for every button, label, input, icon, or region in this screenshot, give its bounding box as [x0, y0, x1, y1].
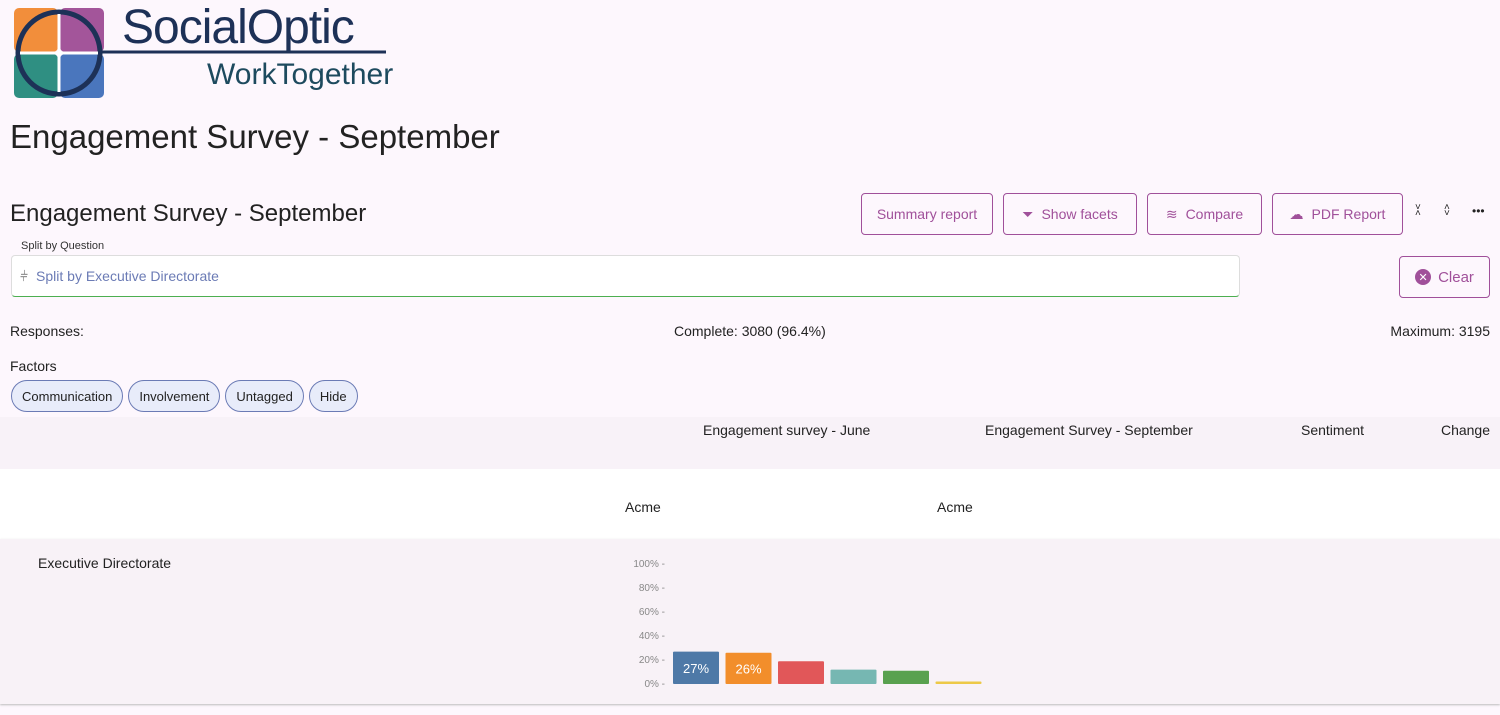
responses-complete: Complete: 3080 (96.4%)	[674, 323, 826, 339]
row-label: Executive Directorate	[38, 555, 172, 571]
y-tick-label: 40% -	[639, 631, 665, 642]
filter-icon: ⏷	[1022, 205, 1034, 222]
split-label: Split by Question	[21, 240, 105, 252]
chip-involvement[interactable]: Involvement	[128, 380, 221, 412]
summary-label: Summary report	[876, 206, 978, 222]
split-input[interactable]: ⫩ Split by Executive Directorate	[11, 255, 1240, 297]
responses-maximum: Maximum: 3195	[1390, 323, 1490, 339]
header-september: Engagement Survey - September	[985, 422, 1193, 438]
y-tick-label: 20% -	[639, 655, 665, 666]
bar[interactable]	[883, 670, 929, 684]
subheader-september: Acme	[937, 499, 973, 515]
header-change: Change	[1440, 422, 1490, 438]
collapse-icon[interactable]: ˅ ˄	[1415, 203, 1421, 219]
page-title: Engagement Survey - September	[10, 118, 500, 155]
expand-icon[interactable]: ˄ ˅	[1444, 203, 1450, 219]
y-tick-label: 60% -	[639, 607, 665, 618]
logo-tagline: WorkTogether	[207, 58, 394, 91]
pdf-label: PDF Report	[1311, 206, 1386, 222]
cloud-download-icon: ☁	[1289, 205, 1304, 222]
bar[interactable]	[830, 669, 877, 684]
responses-label: Responses:	[10, 323, 84, 339]
logo: SocialOptic WorkTogether	[14, 1, 393, 100]
factors-label: Factors	[10, 358, 57, 374]
clear-label: Clear	[1438, 268, 1474, 286]
more-icon[interactable]: •••	[1472, 204, 1485, 218]
summary-report-button[interactable]: Summary report	[861, 193, 993, 235]
bar[interactable]	[778, 661, 824, 684]
y-tick-label: 80% -	[639, 583, 665, 594]
chip-untagged[interactable]: Untagged	[225, 380, 304, 412]
factor-chips: Communication Involvement Untagged Hide	[11, 380, 358, 412]
layers-icon: ≋	[1165, 205, 1178, 222]
compare-button[interactable]: ≋ Compare	[1147, 193, 1262, 235]
subheader-row	[0, 469, 1500, 539]
header-sentiment: Sentiment	[1301, 422, 1365, 438]
header-june: Engagement survey - June	[703, 422, 871, 438]
clear-button[interactable]: ✕ Clear	[1399, 256, 1490, 298]
subheader-june: Acme	[625, 499, 661, 515]
split-value: Split by Executive Directorate	[36, 268, 219, 284]
facets-label: Show facets	[1041, 206, 1118, 222]
close-circle-icon: ✕	[1415, 269, 1432, 285]
chip-hide[interactable]: Hide	[308, 380, 358, 412]
split-icon: ⫩	[20, 267, 29, 284]
chip-communication[interactable]: Communication	[11, 380, 124, 412]
bar-data-label: 26%	[735, 661, 761, 676]
y-tick-label: 0% -	[644, 679, 665, 690]
bar[interactable]	[935, 681, 982, 685]
logo-brand: SocialOptic	[122, 1, 355, 54]
y-tick-label: 100% -	[633, 559, 665, 570]
bar-data-label: 27%	[683, 661, 709, 676]
pdf-report-button[interactable]: ☁ PDF Report	[1272, 193, 1403, 235]
survey-title: Engagement Survey - September	[10, 200, 367, 227]
compare-label: Compare	[1185, 206, 1244, 222]
bar-chart: 100% - 80% - 60% - 40% - 20% - 0% - 27% 26%	[633, 559, 982, 690]
show-facets-button[interactable]: ⏷ Show facets	[1003, 193, 1137, 235]
